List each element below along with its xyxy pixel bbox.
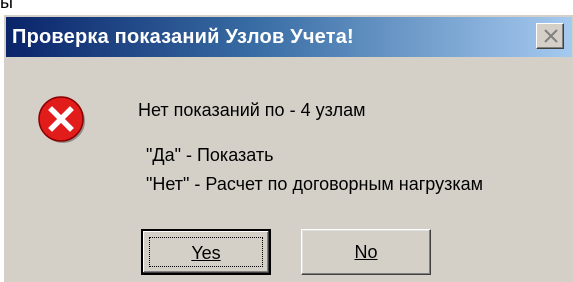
message-line-yes-option: "Да" - Показать [146,145,274,165]
dialog-titlebar[interactable]: Проверка показаний Узлов Учета! [6,17,572,57]
yes-button[interactable]: Yes [141,229,271,275]
background-window-fragment: ы [0,0,573,14]
background-text-fragment: ы [0,0,13,12]
no-button-label: No [354,242,378,262]
message-line-count: Нет показаний по - 4 узлам [138,100,366,120]
no-button[interactable]: No [301,229,431,275]
dialog-title: Проверка показаний Узлов Учета! [12,26,354,48]
close-icon [544,29,558,43]
yes-button-label: Yes [191,243,221,263]
message-dialog: Проверка показаний Узлов Учета! Нет пока… [3,14,573,282]
error-icon [38,96,85,143]
close-button[interactable] [536,23,564,49]
message-line-no-option: "Нет" - Расчет по договорным нагрузкам [146,174,484,194]
